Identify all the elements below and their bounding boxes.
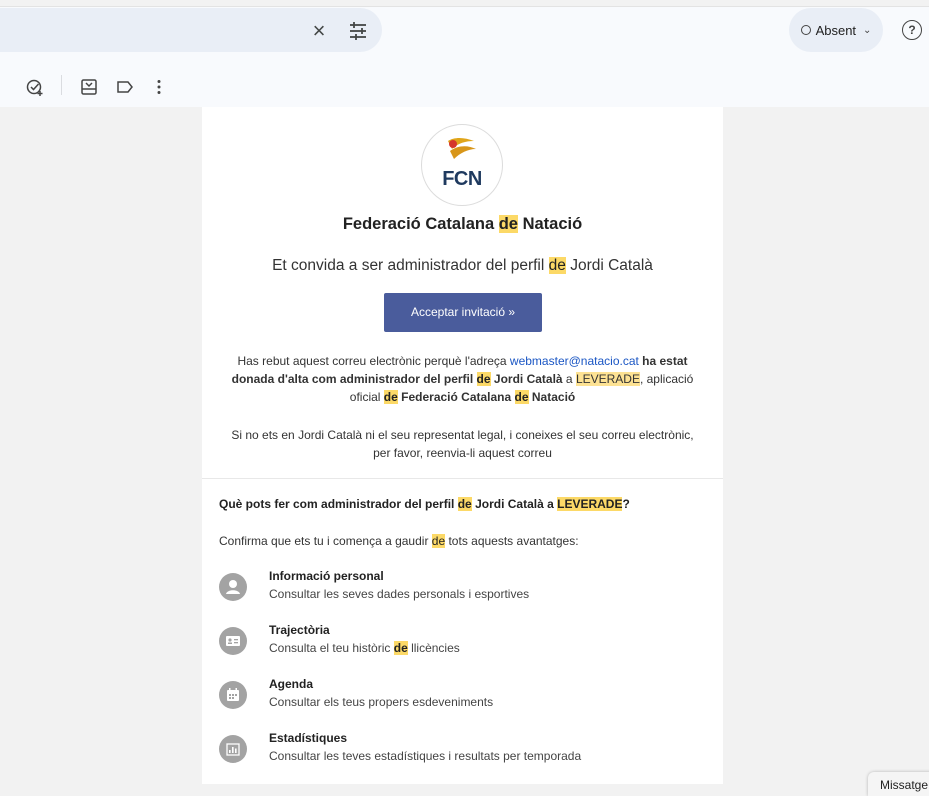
status-ring-icon <box>800 25 811 35</box>
accept-invitation-button[interactable]: Acceptar invitació » <box>384 293 542 332</box>
feature-title: Trajectòria <box>269 623 330 637</box>
feature-title: Estadístiques <box>269 731 348 745</box>
feature-description: Consultar les seves dades personals i es… <box>269 587 530 601</box>
email-link[interactable]: webmaster@natacio.cat <box>510 354 639 368</box>
notice-paragraph: Has rebut aquest correu electrònic perqu… <box>231 354 694 404</box>
calendar-icon <box>219 681 247 709</box>
feature-title: Informació personal <box>269 569 384 583</box>
fcn-swimmer-icon <box>448 138 476 159</box>
more-options-icon[interactable] <box>150 78 168 96</box>
id-card-icon <box>219 627 247 655</box>
feature-trajectory: Trajectòria Consulta el teu històric de … <box>219 623 699 659</box>
label-icon[interactable] <box>116 78 134 96</box>
status-selector[interactable]: Absent ⌄ <box>789 8 883 52</box>
search-bar[interactable]: × <box>0 8 382 52</box>
leverade-link[interactable]: LEVERADE <box>575 372 640 386</box>
feature-description: Consulta el teu històric de llicències <box>269 641 460 655</box>
feature-statistics: Estadístiques Consultar les teves estadí… <box>219 731 699 767</box>
email-body: FCN Federació Catalana de Natació Et con… <box>202 107 723 784</box>
feature-description: Consultar els teus propers esdeveniments <box>269 695 494 709</box>
email-heading: Federació Catalana de Natació <box>342 215 583 233</box>
message-toolbar <box>0 65 929 107</box>
close-icon[interactable]: × <box>307 19 331 43</box>
status-label: Absent <box>815 22 857 38</box>
feature-personal-info: Informació personal Consultar les seves … <box>219 569 699 605</box>
toolbar-divider <box>61 75 62 95</box>
tune-icon[interactable] <box>346 21 370 41</box>
benefits-question: Què pots fer com administrador del perfi… <box>219 497 630 511</box>
feature-title: Agenda <box>269 677 314 691</box>
section-divider <box>202 478 723 479</box>
email-subheading: Et convida a ser administrador del perfi… <box>272 257 653 274</box>
chat-message-tab[interactable]: Missatge <box>868 772 929 796</box>
help-icon[interactable]: ? <box>902 20 922 40</box>
bar-chart-icon <box>219 735 247 763</box>
archive-icon[interactable] <box>80 78 98 96</box>
add-task-icon[interactable] <box>26 78 44 96</box>
feature-description: Consultar les teves estadístiques i resu… <box>269 749 582 763</box>
feature-agenda: Agenda Consultar els teus propers esdeve… <box>219 677 699 713</box>
disclaimer-paragraph: Si no ets en Jordi Català ni el seu repr… <box>231 428 694 460</box>
chevron-down-icon: ⌄ <box>863 24 872 36</box>
fcn-logo: FCN <box>421 124 503 206</box>
person-icon <box>219 573 247 601</box>
benefits-intro: Confirma que ets tu i comença a gaudir d… <box>219 534 579 548</box>
logo-text: FCN <box>442 168 482 190</box>
